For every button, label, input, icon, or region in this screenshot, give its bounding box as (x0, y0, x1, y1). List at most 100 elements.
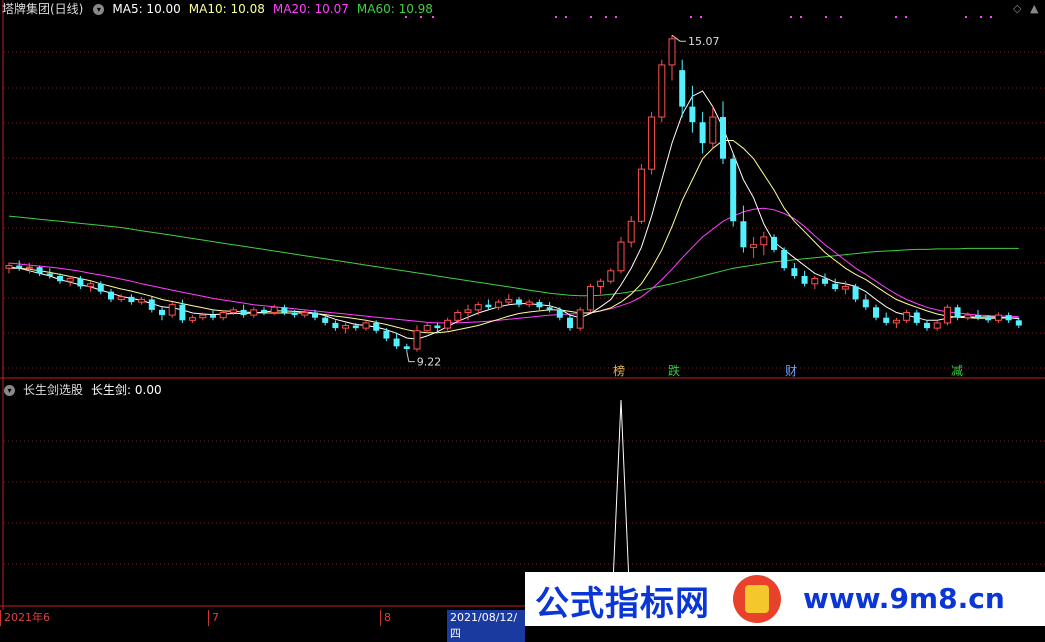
candle-body-59 (607, 270, 615, 282)
event-tag-die[interactable]: 跌 (667, 364, 681, 378)
event-tag-cai[interactable]: 财 (784, 364, 798, 378)
candle-body-50 (516, 299, 522, 305)
candle-body-27 (281, 307, 288, 313)
candle-body-48 (495, 301, 503, 308)
candle-body-22 (229, 309, 237, 313)
signal-dot-5 (590, 16, 592, 18)
chart-canvas[interactable]: 15.07 9.22 (0, 0, 1045, 626)
low-marker-line (406, 351, 415, 363)
watermark-title: 公式指标网 (535, 584, 710, 624)
candle-body-44 (454, 311, 462, 321)
candle-body-6 (66, 278, 74, 282)
candle-body-89 (913, 312, 920, 323)
trading-chart-window: 15.07 9.22 塔牌集团(日线) ▾ MA5: 10.00 MA10: 10.08… (0, 0, 1045, 642)
candle-body-67 (689, 106, 696, 123)
candle-body-84 (862, 299, 869, 308)
candle-body-39 (403, 346, 410, 349)
candle-body-26 (270, 306, 278, 313)
watermark-logo-icon (733, 575, 781, 623)
watermark-banner: 公式指标网 www.9m8.cn (525, 572, 1045, 626)
candle-body-5 (57, 276, 63, 282)
candle-body-25 (261, 309, 267, 313)
signal-dot-18 (990, 16, 992, 18)
candle-body-77 (791, 268, 798, 276)
candle-body-24 (250, 309, 258, 316)
candle-body-98 (1005, 315, 1012, 321)
candle-body-3 (36, 267, 43, 274)
signal-dot-11 (800, 16, 802, 18)
ma20-value: MA20: 10.07 (272, 2, 349, 16)
diamond-icon[interactable]: ◇ (1013, 2, 1021, 15)
date-label-jun: 2021年6 (0, 610, 50, 626)
candle-body-72 (740, 221, 747, 248)
candle-body-38 (393, 338, 400, 347)
candle-body-92 (943, 306, 951, 324)
candle-body-70 (720, 117, 726, 159)
candle-body-12 (128, 296, 135, 303)
candle-body-87 (892, 319, 900, 324)
candle-body-35 (362, 322, 370, 329)
indicator-header: ▾ 长生剑选股 长生剑: 0.00 (2, 382, 170, 398)
candle-body-55 (567, 317, 573, 329)
candle-body-78 (801, 276, 808, 284)
candle-body-17 (179, 304, 186, 321)
candle-body-57 (586, 285, 594, 311)
ma10-value: MA10: 10.08 (188, 2, 265, 16)
signal-dot-8 (690, 16, 692, 18)
candle-body-8 (87, 283, 95, 287)
ma60-value: MA60: 10.98 (356, 2, 433, 16)
signal-dot-15 (905, 16, 907, 18)
candle-body-81 (832, 283, 839, 290)
date-label-jul: 7 (208, 610, 219, 626)
candle-body-73 (750, 244, 758, 248)
event-tag-jian[interactable]: 减 (950, 364, 964, 378)
event-tag-bang[interactable]: 榜 (612, 364, 626, 378)
candle-body-2 (25, 266, 33, 269)
candle-body-51 (525, 301, 533, 306)
signal-dot-4 (565, 16, 567, 18)
candle-body-99 (1015, 320, 1022, 326)
candle-body-7 (77, 278, 84, 287)
candle-body-95 (975, 315, 981, 318)
candle-body-79 (811, 278, 819, 285)
candle-body-66 (679, 70, 686, 107)
candle-body-19 (199, 314, 207, 319)
candle-body-37 (383, 330, 390, 339)
indicator-menu-icon[interactable]: ▾ (4, 385, 15, 396)
candle-body-32 (332, 322, 339, 329)
candle-body-93 (954, 307, 961, 318)
candle-body-10 (108, 291, 114, 300)
candle-body-23 (240, 309, 247, 316)
candle-body-31 (322, 317, 329, 323)
candle-body-9 (97, 283, 104, 292)
candle-body-29 (301, 311, 309, 316)
indicator-name[interactable]: 长生剑选股 (23, 383, 83, 397)
candle-body-58 (597, 280, 605, 287)
candle-body-65 (668, 38, 676, 66)
low-price-label: 9.22 (417, 356, 442, 369)
signal-dot-12 (825, 16, 827, 18)
candle-body-85 (873, 307, 879, 318)
candle-body-61 (627, 220, 635, 243)
signal-dot-6 (605, 16, 607, 18)
candle-body-16 (168, 304, 176, 316)
signal-dot-7 (615, 16, 617, 18)
candle-body-46 (474, 304, 482, 311)
dropdown-circle-icon[interactable]: ▾ (93, 4, 105, 15)
candle-body-64 (658, 64, 666, 118)
candle-body-63 (648, 116, 656, 170)
candle-body-60 (617, 241, 625, 272)
candle-body-86 (883, 317, 890, 323)
triangle-up-icon[interactable]: ▲ (1030, 2, 1038, 15)
candle-body-33 (342, 325, 350, 329)
candle-body-36 (373, 322, 380, 331)
signal-dot-10 (790, 16, 792, 18)
stock-title[interactable]: 塔牌集团(日线) (2, 2, 83, 16)
candle-body-15 (159, 309, 165, 316)
candle-body-45 (464, 309, 472, 313)
candle-body-11 (117, 296, 125, 300)
candle-body-43 (444, 319, 452, 329)
candle-body-49 (505, 298, 513, 303)
candle-body-20 (210, 315, 216, 318)
candle-body-97 (994, 314, 1002, 321)
